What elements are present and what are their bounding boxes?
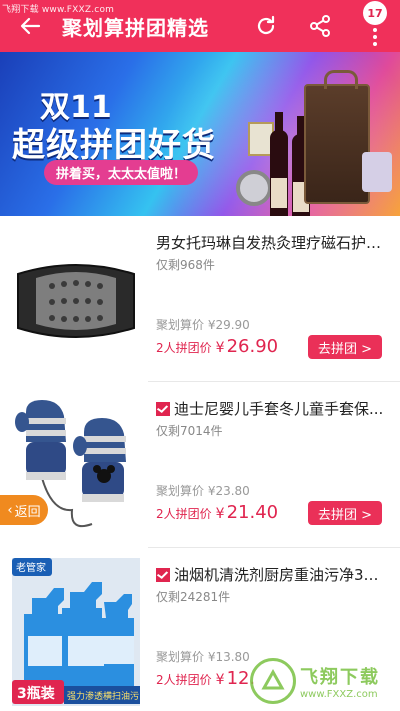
floating-back-button[interactable]: ‹ 返回 xyxy=(0,495,48,525)
top-app-bar: 飞翔下载 www.FXXZ.com 聚划算拼团精选 17 xyxy=(0,0,400,52)
product-card[interactable]: 迪士尼婴儿手套冬儿童手套保... 仅剩7014件 聚划算价 ¥23.80 2人拼… xyxy=(0,382,400,550)
original-price: 聚划算价 ¥13.80 xyxy=(156,650,250,664)
floating-back-label: 返回 xyxy=(14,504,41,520)
stock-remaining: 仅剩7014件 xyxy=(156,424,223,438)
join-group-button[interactable]: 去拼团 > xyxy=(307,501,382,525)
cleaner-bottles-image: 老管家 3瓶装 强力渗透横扫油污 xyxy=(12,558,140,706)
group-price-label: 2人拼团价 xyxy=(156,673,212,687)
original-price: 聚划算价 ¥23.80 xyxy=(156,484,250,498)
refresh-icon xyxy=(257,15,275,35)
product-title: 迪士尼婴儿手套冬儿童手套保... xyxy=(156,398,392,419)
price-value: 21.40 xyxy=(226,502,279,523)
watermark-url: www.FXXZ.com xyxy=(300,688,378,700)
waist-belt-image xyxy=(17,264,135,338)
tmall-tag-icon xyxy=(156,402,170,416)
stock-remaining: 仅剩968件 xyxy=(156,258,215,272)
banner-slogan: 拼着买，太太太值啦！ xyxy=(44,160,199,185)
stock-remaining: 仅剩24281件 xyxy=(156,590,231,604)
product-thumbnail xyxy=(12,226,140,374)
product-thumbnail: 老管家 3瓶装 强力渗透横扫油污 xyxy=(12,558,140,706)
banner-title: 超级拼团好货 xyxy=(12,125,216,164)
product-title: 油烟机清洗剂厨房重油污净3瓶... xyxy=(156,564,392,585)
chevron-left-icon: ‹ xyxy=(7,502,13,518)
group-price: 2人拼团价 ¥ 21.40 xyxy=(156,502,278,523)
refresh-button[interactable] xyxy=(250,10,282,42)
price-value: 26.90 xyxy=(226,336,279,357)
currency-symbol: ¥ xyxy=(215,672,225,688)
svg-text:3瓶装: 3瓶装 xyxy=(17,685,56,702)
watch-image xyxy=(236,170,272,206)
svg-text:强力渗透横扫油污: 强力渗透横扫油污 xyxy=(67,690,139,702)
original-price: 聚划算价 ¥29.90 xyxy=(156,318,250,332)
share-button[interactable] xyxy=(304,10,336,42)
watermark-title: 飞翔下载 xyxy=(300,666,380,688)
wine-bottle-image xyxy=(270,112,288,216)
product-title: 男女托玛琳自发热灸理疗磁石护腰... xyxy=(156,234,392,252)
currency-symbol: ¥ xyxy=(215,506,225,522)
promo-banner[interactable]: 双11 超级拼团好货 拼着买，太太太值啦！ xyxy=(0,52,400,216)
group-price: 2人拼团价 ¥ 12. xyxy=(156,668,255,689)
product-card[interactable]: 男女托玛琳自发热灸理疗磁石护腰... 仅剩968件 聚划算价 ¥29.90 2人… xyxy=(0,216,400,384)
watermark-logo-icon xyxy=(250,658,296,704)
more-vertical-icon xyxy=(373,28,377,49)
arrow-left-icon xyxy=(20,17,41,35)
group-price-label: 2人拼团价 xyxy=(156,507,212,521)
banner-product-image xyxy=(362,152,392,192)
group-price: 2人拼团价 ¥ 26.90 xyxy=(156,336,278,357)
currency-symbol: ¥ xyxy=(215,340,225,356)
join-group-button[interactable]: 去拼团 > xyxy=(307,335,382,359)
site-watermark: 飞翔下载 www.FXXZ.com xyxy=(250,654,398,708)
back-button[interactable] xyxy=(14,10,46,42)
svg-text:老管家: 老管家 xyxy=(16,561,46,574)
notification-badge: 17 xyxy=(363,1,387,25)
wine-box-image xyxy=(304,70,370,204)
page-title: 聚划算拼团精选 xyxy=(62,16,209,40)
tmall-tag-icon xyxy=(156,568,170,582)
share-icon xyxy=(310,15,330,37)
more-menu-button[interactable]: 17 xyxy=(362,0,398,52)
group-price-label: 2人拼团价 xyxy=(156,341,212,355)
